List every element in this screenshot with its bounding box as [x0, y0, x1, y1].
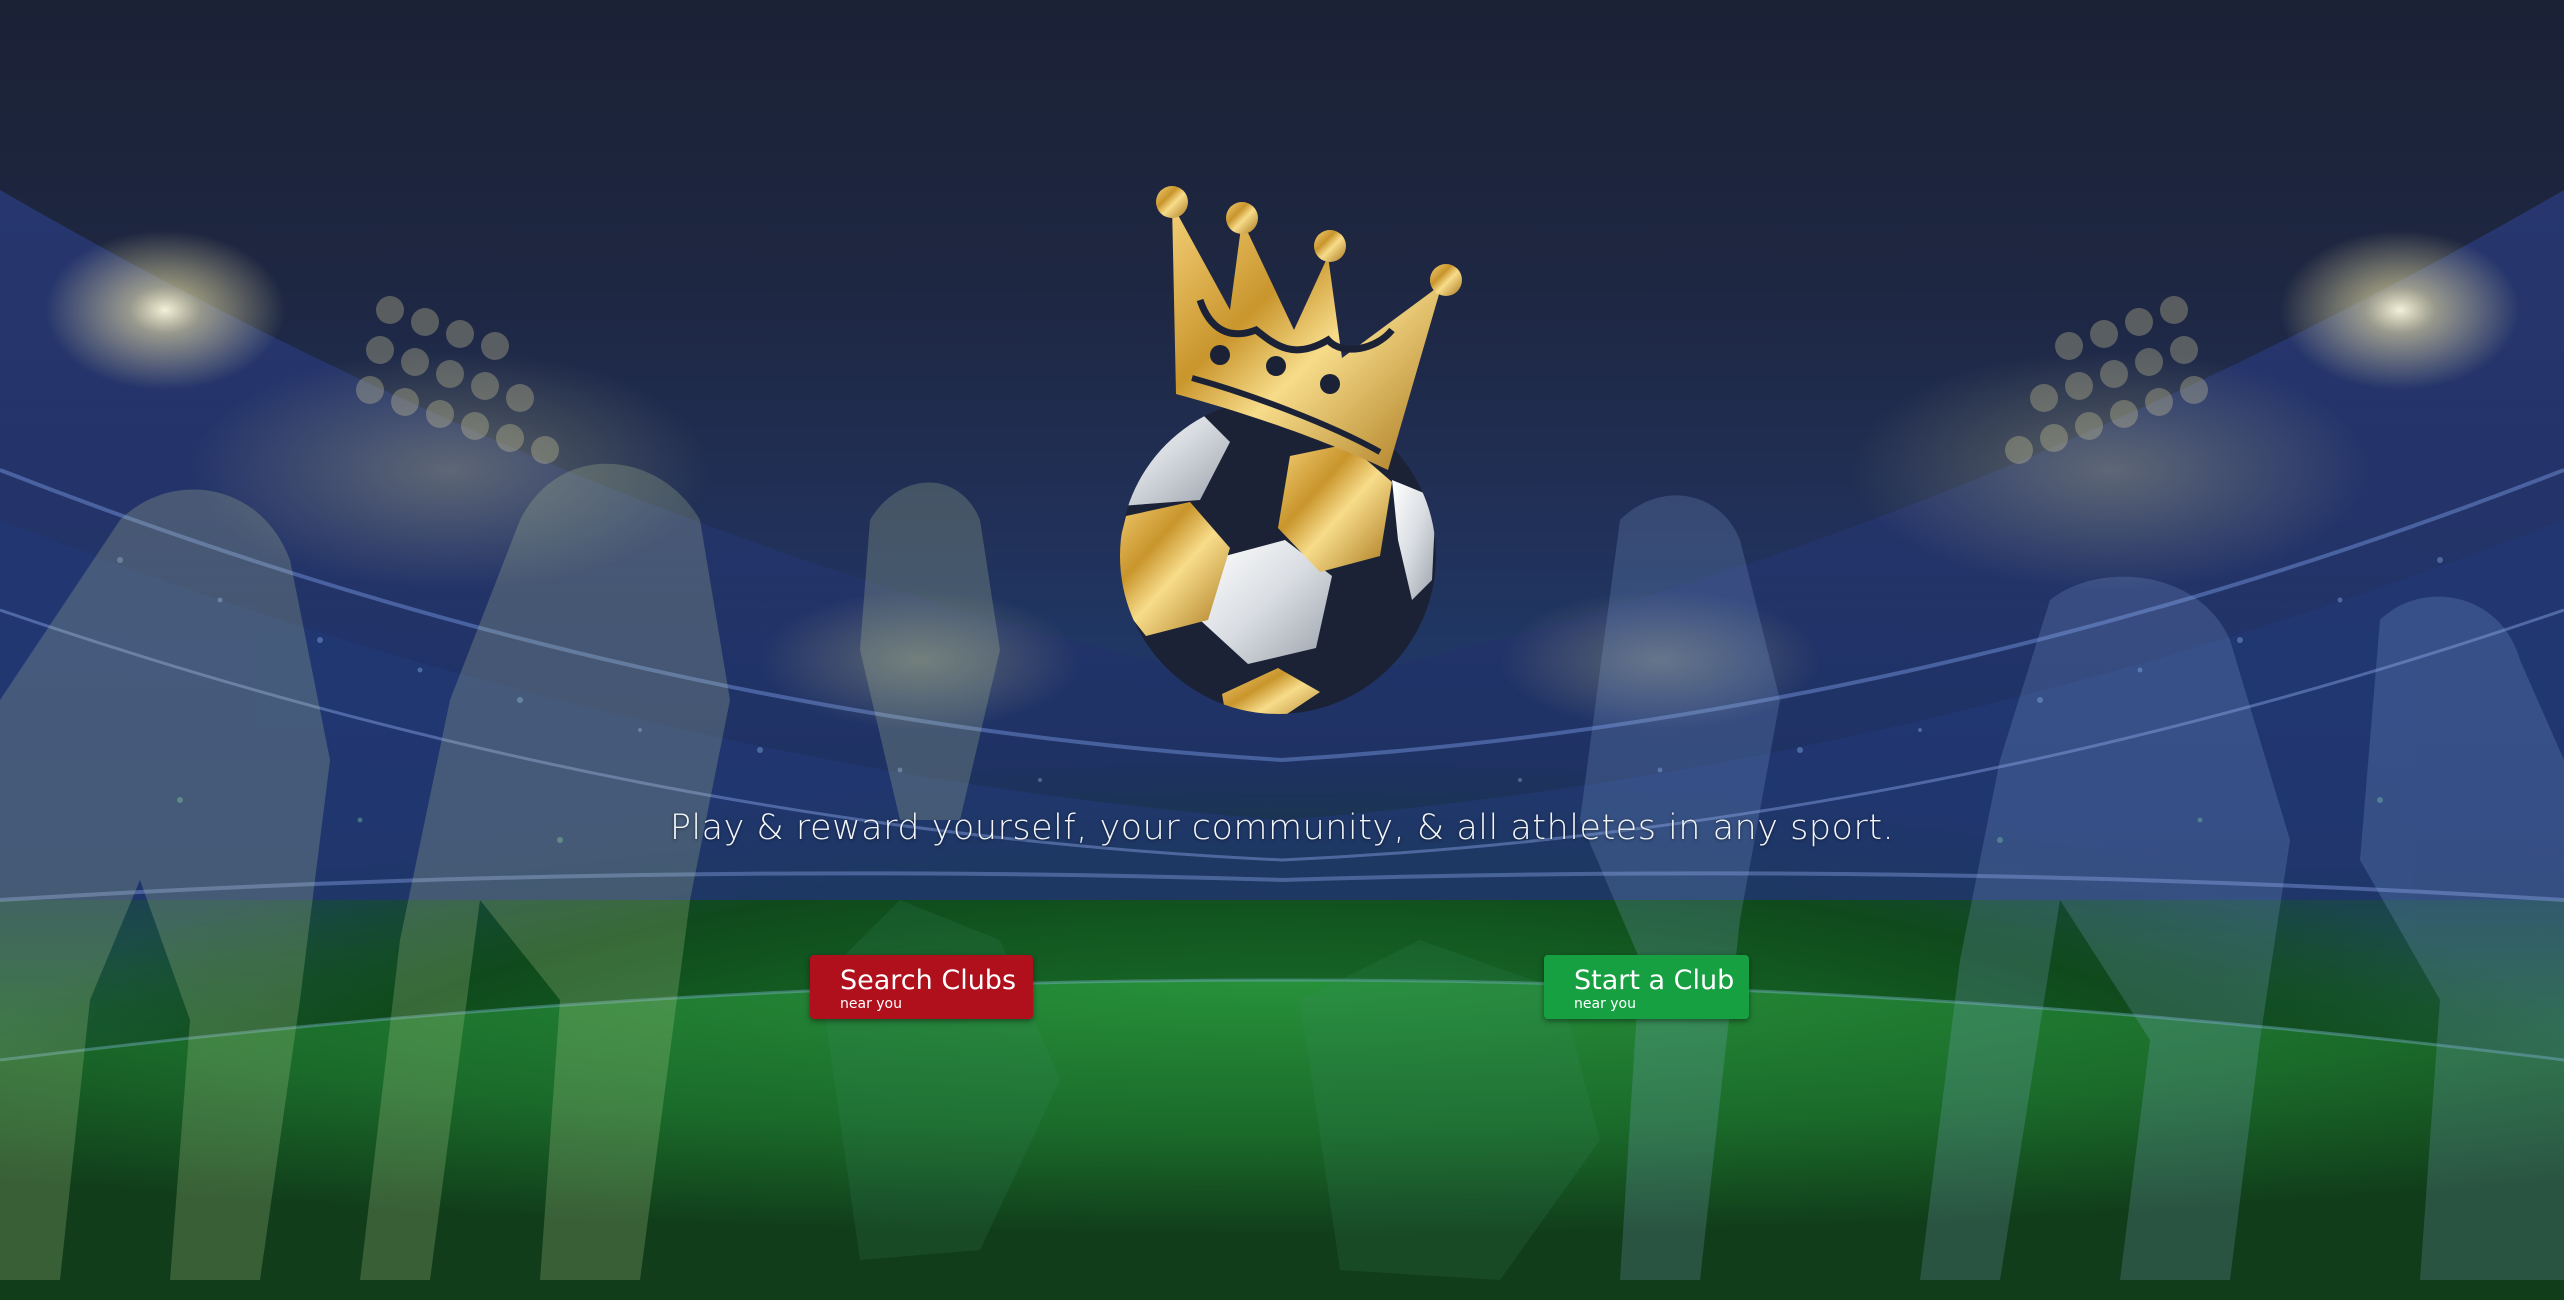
start-club-button[interactable]: Start a Club near you: [1544, 955, 1749, 1019]
search-clubs-label: Search Clubs: [840, 965, 1017, 996]
hero-tagline: Play & reward yourself, your community, …: [669, 808, 1895, 848]
landing-page: Play & reward yourself, your community, …: [0, 0, 2564, 1300]
search-clubs-button[interactable]: Search Clubs near you: [810, 955, 1033, 1019]
start-club-sublabel: near you: [1574, 996, 1636, 1012]
search-clubs-sublabel: near you: [840, 996, 902, 1012]
crowned-soccer-ball-icon: [1120, 186, 1462, 714]
start-club-label: Start a Club: [1574, 965, 1735, 996]
